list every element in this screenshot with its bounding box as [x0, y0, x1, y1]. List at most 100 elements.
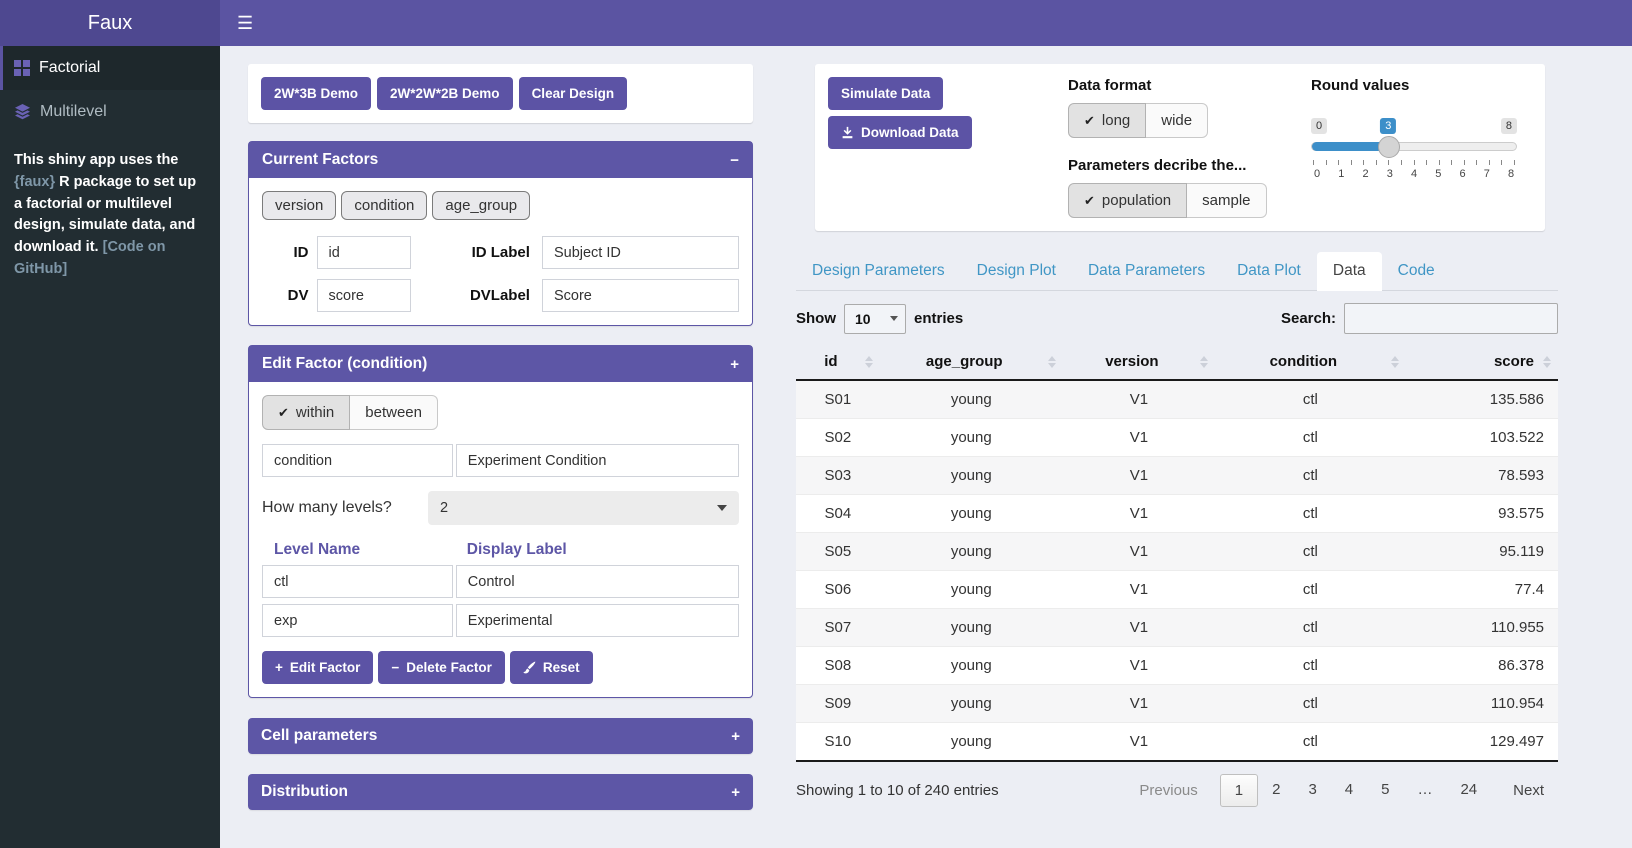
sidebar-item-factorial[interactable]: Factorial [0, 46, 220, 90]
column-header-age-group[interactable]: age_group [880, 344, 1063, 380]
slider-tick-labels: 012345678 [1311, 168, 1517, 180]
slider-max-label: 8 [1501, 118, 1517, 134]
factor-name-input[interactable]: condition [262, 444, 453, 477]
table-row[interactable]: S07 young V1 ctl 110.955 [796, 609, 1558, 647]
demo-buttons-box: 2W*3B Demo2W*2W*2B DemoClear Design [248, 64, 753, 123]
level-name-input[interactable]: ctl [262, 565, 453, 598]
levels-select[interactable]: 2 [428, 491, 739, 525]
tab[interactable]: Data Plot [1221, 252, 1317, 291]
data-table: id age_group version condition score S01… [796, 344, 1558, 762]
collapsed-panel-header[interactable]: Distribution + [248, 774, 753, 810]
factor-tag[interactable]: version [262, 191, 336, 220]
current-factors-header[interactable]: Current Factors − [249, 142, 752, 178]
page-number-button[interactable]: … [1403, 774, 1446, 807]
expand-icon[interactable]: + [731, 784, 740, 801]
sidebar-item-multilevel[interactable]: Multilevel [0, 90, 220, 134]
parameters-option[interactable]: population [1068, 183, 1187, 218]
column-header-version[interactable]: version [1063, 344, 1215, 380]
search-input[interactable] [1344, 303, 1558, 334]
page-number-button[interactable]: 24 [1446, 774, 1491, 807]
table-row[interactable]: S06 young V1 ctl 77.4 [796, 571, 1558, 609]
expand-icon[interactable]: + [731, 728, 740, 745]
level-name-input[interactable]: exp [262, 604, 453, 637]
collapse-icon[interactable]: − [730, 152, 739, 169]
dv-input[interactable]: score [317, 279, 412, 312]
id-input[interactable]: id [317, 236, 412, 269]
next-page-button[interactable]: Next [1499, 775, 1558, 806]
sidebar-toggle-icon[interactable]: ☰ [220, 0, 270, 46]
factor-tag[interactable]: condition [341, 191, 427, 220]
round-values-slider: 0 3 8 012345678 [1311, 118, 1517, 180]
download-data-button[interactable]: Download Data [828, 116, 972, 149]
edit-factor-button[interactable]: + Edit Factor [262, 651, 373, 684]
sort-icon[interactable] [865, 356, 873, 368]
table-row[interactable]: S01 young V1 ctl 135.586 [796, 380, 1558, 419]
column-header-score[interactable]: score [1406, 344, 1558, 380]
cell-condition: ctl [1215, 647, 1406, 685]
levels-question: How many levels? [262, 499, 428, 517]
table-row[interactable]: S09 young V1 ctl 110.954 [796, 685, 1558, 723]
table-row[interactable]: S05 young V1 ctl 95.119 [796, 533, 1558, 571]
demo-button[interactable]: 2W*3B Demo [261, 77, 371, 110]
demo-button[interactable]: Clear Design [519, 77, 628, 110]
reset-button[interactable]: Reset [510, 651, 593, 684]
dv-label-input[interactable]: Score [542, 279, 739, 312]
column-header-id[interactable]: id [796, 344, 880, 380]
id-label: ID [262, 244, 317, 261]
factor-type-option[interactable]: between [350, 395, 438, 430]
cell-condition: ctl [1215, 495, 1406, 533]
tab[interactable]: Design Plot [961, 252, 1072, 291]
level-label-input[interactable]: Experimental [456, 604, 739, 637]
sidebar-item-label: Factorial [39, 59, 100, 77]
demo-button[interactable]: 2W*2W*2B Demo [377, 77, 513, 110]
edit-factor-header[interactable]: Edit Factor (condition) + [249, 346, 752, 382]
collapsed-panel: Distribution + [248, 774, 753, 810]
tick-mark [1388, 160, 1389, 165]
factor-type-option[interactable]: within [262, 395, 350, 430]
header-bar: ☰ [220, 0, 1632, 46]
collapsed-panel-header[interactable]: Cell parameters + [248, 718, 753, 754]
sort-icon[interactable] [1543, 356, 1551, 368]
panel-title: Cell parameters [261, 727, 377, 745]
table-row[interactable]: S03 young V1 ctl 78.593 [796, 457, 1558, 495]
collapse-icon[interactable]: + [730, 356, 739, 373]
tab[interactable]: Data [1317, 252, 1382, 291]
cell-score: 86.378 [1406, 647, 1558, 685]
page-number-button[interactable]: 4 [1331, 774, 1367, 807]
page-number-button[interactable]: 2 [1258, 774, 1294, 807]
tick-mark [1326, 160, 1327, 165]
column-header-condition[interactable]: condition [1215, 344, 1406, 380]
delete-factor-button[interactable]: − Delete Factor [378, 651, 504, 684]
factor-tag[interactable]: age_group [432, 191, 530, 220]
table-row[interactable]: S10 young V1 ctl 129.497 [796, 723, 1558, 762]
sort-icon[interactable] [1200, 356, 1208, 368]
table-row[interactable]: S04 young V1 ctl 93.575 [796, 495, 1558, 533]
page-number-button[interactable]: 3 [1294, 774, 1330, 807]
id-label-input[interactable]: Subject ID [542, 236, 739, 269]
tab[interactable]: Design Parameters [796, 252, 961, 291]
dv-label: DV [262, 287, 317, 304]
tick-mark [1313, 160, 1314, 165]
factor-display-input[interactable]: Experiment Condition [456, 444, 739, 477]
sort-icon[interactable] [1048, 356, 1056, 368]
tab[interactable]: Code [1382, 252, 1451, 291]
faux-package-link[interactable]: {faux} [14, 174, 55, 190]
cell-score: 129.497 [1406, 723, 1558, 762]
table-row[interactable]: S02 young V1 ctl 103.522 [796, 419, 1558, 457]
tab[interactable]: Data Parameters [1072, 252, 1221, 291]
level-label-input[interactable]: Control [456, 565, 739, 598]
parameters-option[interactable]: sample [1187, 183, 1266, 218]
sort-icon[interactable] [1391, 356, 1399, 368]
tick-mark [1338, 160, 1339, 165]
data-format-option[interactable]: long [1068, 103, 1146, 138]
slider-handle[interactable] [1378, 136, 1400, 158]
data-format-option[interactable]: wide [1146, 103, 1208, 138]
table-row[interactable]: S08 young V1 ctl 86.378 [796, 647, 1558, 685]
page-number-button[interactable]: 1 [1220, 774, 1258, 807]
slider-track[interactable] [1311, 142, 1517, 151]
previous-page-button[interactable]: Previous [1125, 775, 1211, 806]
entries-select[interactable]: 10 [844, 304, 906, 334]
panel-title: Current Factors [262, 151, 378, 169]
simulate-data-button[interactable]: Simulate Data [828, 77, 943, 110]
page-number-button[interactable]: 5 [1367, 774, 1403, 807]
